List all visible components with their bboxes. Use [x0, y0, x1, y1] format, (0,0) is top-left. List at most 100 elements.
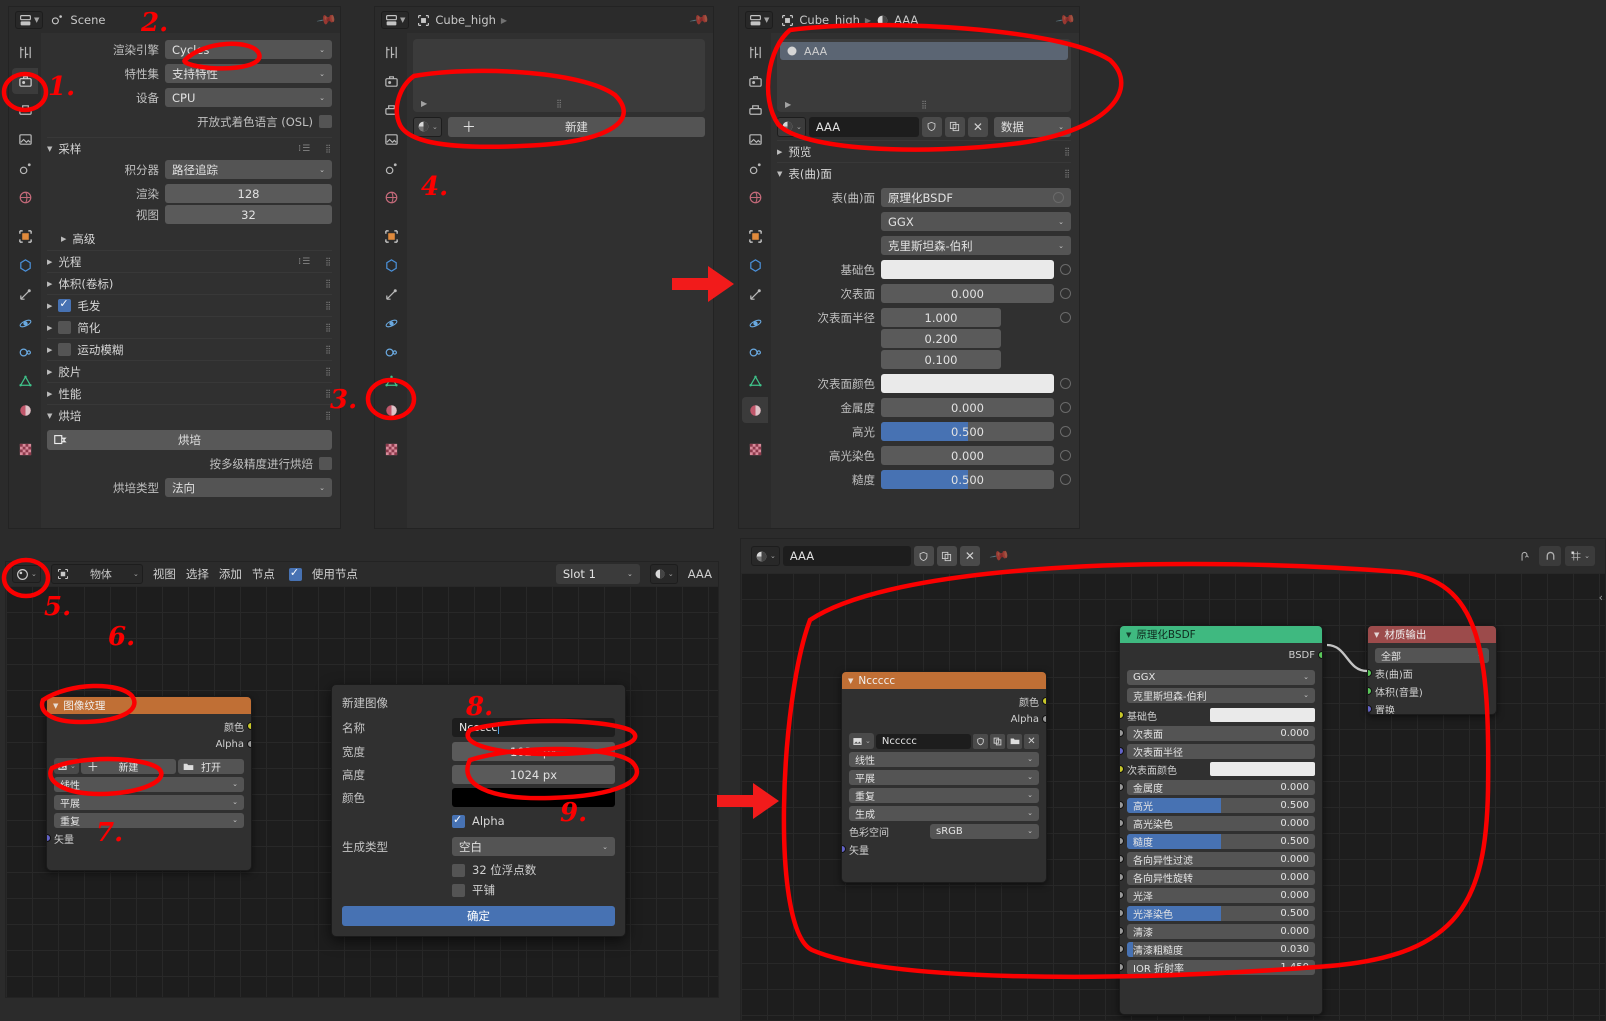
- tab-object[interactable]: [378, 223, 404, 249]
- menu-add[interactable]: 添加: [219, 566, 242, 582]
- link-socket-icon[interactable]: [1060, 474, 1071, 485]
- displacement-socket[interactable]: [1368, 705, 1372, 713]
- dialog-alpha-checkbox[interactable]: [452, 813, 465, 828]
- tab-tool[interactable]: [378, 39, 404, 65]
- drag-dots-icon[interactable]: ⣿: [325, 345, 332, 354]
- subsurface-radius-field[interactable]: 次表面半径: [1127, 743, 1315, 759]
- sheen-tint-slider[interactable]: 光泽染色 0.500: [1127, 905, 1315, 921]
- render-samples-field[interactable]: 128: [165, 184, 332, 203]
- tab-modifiers[interactable]: [742, 252, 768, 278]
- sheen-socket[interactable]: [1120, 891, 1124, 899]
- sampling-section-header[interactable]: ▼ 采样 ⁞☰ ⣿: [47, 137, 332, 159]
- tab-output[interactable]: [378, 97, 404, 123]
- image-texture-node-header[interactable]: ▼ Nccccc: [842, 672, 1046, 689]
- volume-socket[interactable]: [1368, 687, 1372, 695]
- material-output-header[interactable]: ▼ 材质输出: [1368, 626, 1496, 643]
- distribution-dropdown[interactable]: GGX ⌄: [1127, 669, 1315, 685]
- subsurface-color-swatch[interactable]: [881, 374, 1054, 393]
- tab-render[interactable]: [742, 68, 768, 94]
- link-socket-icon[interactable]: [1060, 450, 1071, 461]
- fake-user-shield-icon[interactable]: [913, 546, 934, 566]
- subsurface-radius-y[interactable]: 0.200: [881, 329, 1001, 348]
- principled-bsdf-header[interactable]: ▼ 原理化BSDF: [1120, 626, 1322, 643]
- subsurface-method-dropdown[interactable]: 克里斯坦森-伯利 ⌄: [1127, 687, 1315, 703]
- open-image-button[interactable]: 打开: [178, 758, 244, 774]
- base-color-socket[interactable]: [1120, 711, 1124, 719]
- subsurface-radius-x[interactable]: 1.000: [881, 308, 1001, 327]
- pin-icon[interactable]: 📌: [1054, 9, 1076, 31]
- section-hair[interactable]: ▶ 毛发 ⣿: [47, 294, 332, 316]
- dialog-tiled-checkbox[interactable]: [452, 883, 465, 897]
- tab-constraints[interactable]: [742, 339, 768, 365]
- specular-socket[interactable]: [1120, 801, 1124, 809]
- grip-dots-icon[interactable]: ⣿: [556, 99, 562, 108]
- drag-dots-icon[interactable]: ⣿: [1064, 147, 1071, 156]
- subsurface-socket[interactable]: [1120, 729, 1124, 737]
- tab-data[interactable]: [742, 368, 768, 394]
- section-film[interactable]: ▶ 胶片 ⣿: [47, 360, 332, 382]
- close-icon[interactable]: ✕: [1024, 733, 1039, 749]
- alpha-socket[interactable]: [1042, 715, 1046, 723]
- link-dropdown[interactable]: 数据 ⌄: [993, 116, 1071, 137]
- link-socket-icon[interactable]: [1060, 264, 1071, 275]
- image-name-field[interactable]: Nccccc: [875, 733, 971, 749]
- output-target-dropdown[interactable]: 全部 ⌄: [1375, 647, 1489, 663]
- tab-scene[interactable]: [742, 155, 768, 181]
- tab-texture[interactable]: [378, 436, 404, 462]
- projection-dropdown[interactable]: 平展 ⌄: [54, 794, 244, 810]
- snap-magnet-icon[interactable]: [1539, 546, 1561, 566]
- menu-select[interactable]: 选择: [186, 566, 209, 582]
- pin-icon[interactable]: 📌: [988, 545, 1010, 567]
- anisotropic-rotation-field[interactable]: 各向异性旋转 0.000: [1127, 869, 1315, 885]
- tab-tool[interactable]: [742, 39, 768, 65]
- subsurface-radius-z[interactable]: 0.100: [881, 350, 1001, 369]
- editor-type-button[interactable]: ▼: [745, 11, 774, 29]
- grip-dots-icon[interactable]: ⣿: [921, 100, 927, 109]
- anisotropic-field[interactable]: 各向异性过滤 0.000: [1127, 851, 1315, 867]
- roughness-socket[interactable]: [1120, 837, 1124, 845]
- use-nodes-checkbox[interactable]: [288, 566, 302, 581]
- section-bake[interactable]: ▼ 烘培 ⣿: [47, 404, 332, 426]
- specular-slider[interactable]: 0.500: [881, 422, 1054, 441]
- image-texture-node[interactable]: ▼ 图像纹理 颜色 Alpha ⌄ ＋ 新建 打开 线性 ⌄ 平展 ⌄ 重复 ⌄…: [46, 696, 252, 871]
- tab-constraints[interactable]: [378, 339, 404, 365]
- tab-render[interactable]: [12, 68, 38, 94]
- tab-data[interactable]: [378, 368, 404, 394]
- material-slot-item[interactable]: AAA: [780, 42, 1068, 60]
- vector-socket[interactable]: [842, 845, 846, 853]
- motion-blur-checkbox[interactable]: [58, 343, 72, 356]
- section-surface[interactable]: ▼ 表(曲)面 ⣿: [777, 162, 1071, 184]
- tab-tool[interactable]: [12, 39, 38, 65]
- metallic-socket[interactable]: [1120, 783, 1124, 791]
- link-socket-icon[interactable]: [1060, 402, 1071, 413]
- section-light-paths[interactable]: ▶ 光程 ⁞☰ ⣿: [47, 250, 332, 272]
- dialog-height-input[interactable]: 1024 px: [452, 765, 615, 784]
- anisotropic-socket[interactable]: [1120, 855, 1124, 863]
- editor-type-button[interactable]: ⌄: [12, 565, 41, 583]
- copy-duplicate-icon[interactable]: [936, 546, 957, 566]
- tab-scene[interactable]: [12, 155, 38, 181]
- image-texture-node-header[interactable]: ▼ 图像纹理: [47, 697, 251, 714]
- color-socket[interactable]: [247, 722, 251, 730]
- sheen-tint-socket[interactable]: [1120, 909, 1124, 917]
- tab-physics[interactable]: [12, 310, 38, 336]
- material-slot-list[interactable]: AAA ▶ ⣿: [777, 39, 1071, 112]
- subsurface-field[interactable]: 0.000: [881, 284, 1054, 303]
- simplify-checkbox[interactable]: [58, 321, 72, 334]
- shader-type-dropdown[interactable]: 物体 ⌄: [50, 564, 143, 584]
- fake-user-shield-icon[interactable]: [921, 116, 942, 137]
- clearcoat-socket[interactable]: [1120, 927, 1124, 935]
- interpolation-dropdown[interactable]: 线性 ⌄: [54, 776, 244, 792]
- bsdf-socket[interactable]: [1318, 651, 1322, 659]
- hair-checkbox[interactable]: [58, 297, 72, 312]
- sheen-field[interactable]: 光泽 0.000: [1127, 887, 1315, 903]
- integrator-dropdown[interactable]: 路径追踪 ⌄: [165, 160, 332, 179]
- dialog-color-swatch[interactable]: [452, 788, 615, 807]
- anisotropic-rotation-socket[interactable]: [1120, 873, 1124, 881]
- specular-tint-socket[interactable]: [1120, 819, 1124, 827]
- clearcoat-roughness-slider[interactable]: 清漆粗糙度 0.030: [1127, 941, 1315, 957]
- multires-checkbox[interactable]: [319, 457, 332, 470]
- tab-texture[interactable]: [742, 436, 768, 462]
- drag-dots-icon[interactable]: ⣿: [325, 301, 332, 310]
- material-name-field[interactable]: AAA: [808, 116, 919, 137]
